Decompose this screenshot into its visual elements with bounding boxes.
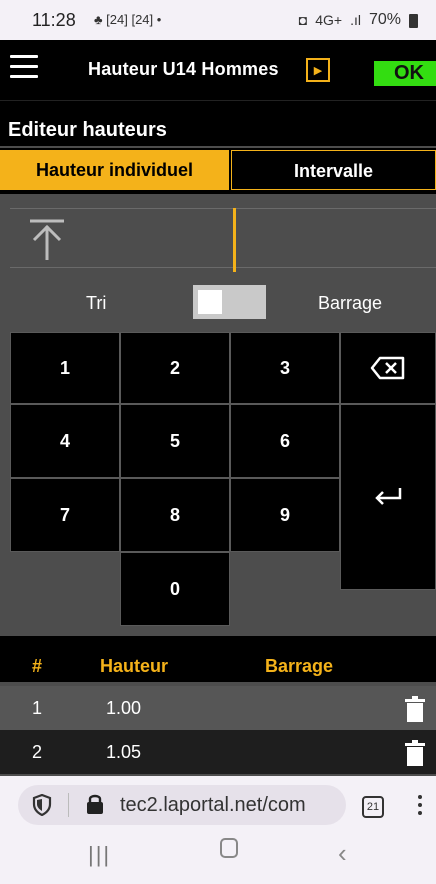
status-bar: 11:28 ♣ [24] [24] • ◘ 4G+ .ıl 70% [0,0,436,40]
toggle-knob [198,290,222,314]
key-5[interactable]: 5 [120,404,230,478]
recents-icon[interactable]: ||| [88,842,111,868]
height-input[interactable] [10,208,436,268]
alarm-icon: ◘ [298,12,308,28]
text-cursor [233,208,236,272]
key-4[interactable]: 4 [10,404,120,478]
key-0[interactable]: 0 [120,552,230,626]
toggle-label-tri: Tri [86,293,107,313]
row-hauteur: 1.00 [106,698,142,718]
enter-icon [375,488,402,505]
battery-icon [409,14,418,28]
col-number: # [32,656,43,676]
notif-glyph: ♣ [94,12,103,27]
page-title: Hauteur U14 Hommes [88,59,279,79]
enter-button[interactable] [340,404,436,590]
app-container: Hauteur U14 Hommes ▶ OK Editeur hauteurs… [0,40,436,776]
row-number: 1 [32,698,43,718]
notif-text: [24] [24] • [106,12,162,27]
tab-switcher-button[interactable]: 21 [362,796,384,818]
height-input-area [0,194,436,274]
table-row[interactable]: 2 1.05 [0,730,436,774]
address-divider [68,793,69,817]
status-right: ◘ 4G+ .ıl 70% [299,11,418,29]
status-time: 11:28 [32,10,76,30]
shield-icon[interactable] [32,794,52,816]
col-hauteur: Hauteur [100,656,169,676]
browser-toolbar: tec2.laportal.net/com 21 [0,776,436,836]
row-number: 2 [32,742,43,762]
key-7[interactable]: 7 [10,478,120,552]
trash-icon[interactable] [404,696,426,722]
key-1[interactable]: 1 [10,332,120,404]
home-icon[interactable] [220,838,238,858]
upload-icon[interactable] [28,218,66,262]
more-icon[interactable] [418,795,424,817]
system-nav-bar: ||| ‹ [0,836,436,884]
mode-tabs: Hauteur individuel Intervalle [0,148,436,194]
signal-icon: .ıl [350,12,361,28]
tab-interval[interactable]: Intervalle [231,150,436,190]
top-bar: Hauteur U14 Hommes ▶ OK [0,40,436,100]
back-icon[interactable]: ‹ [338,838,347,869]
notification-icons: ♣ [24] [24] • [94,12,161,27]
toggle-label-barrage: Barrage [318,293,383,313]
play-icon[interactable]: ▶ [306,58,330,82]
key-3[interactable]: 3 [230,332,340,404]
heights-table-header: # Hauteur Barrage [0,636,436,682]
row-hauteur: 1.05 [106,742,142,762]
menu-icon[interactable] [10,55,38,81]
table-row[interactable]: 1 1.00 [0,686,436,730]
key-2[interactable]: 2 [120,332,230,404]
editor-title: Editeur hauteurs [0,100,436,146]
url-text[interactable]: tec2.laportal.net/com [120,794,344,817]
tab-individual[interactable]: Hauteur individuel [0,150,229,190]
address-bar[interactable]: tec2.laportal.net/com [18,785,346,825]
numeric-keypad: 1 2 3 4 5 6 7 8 9 0 [0,332,436,636]
lock-icon [87,794,103,814]
battery-percent: 70% [368,11,401,28]
network-label: 4G+ [315,12,343,28]
ok-button[interactable]: OK [374,61,436,86]
backspace-button[interactable] [340,332,436,404]
trash-icon[interactable] [404,740,426,766]
backspace-icon [370,356,405,380]
key-9[interactable]: 9 [230,478,340,552]
sort-toggle-row: Tri Barrage [0,278,436,330]
key-6[interactable]: 6 [230,404,340,478]
col-barrage: Barrage [265,656,334,676]
tri-barrage-toggle[interactable] [193,285,266,319]
key-8[interactable]: 8 [120,478,230,552]
